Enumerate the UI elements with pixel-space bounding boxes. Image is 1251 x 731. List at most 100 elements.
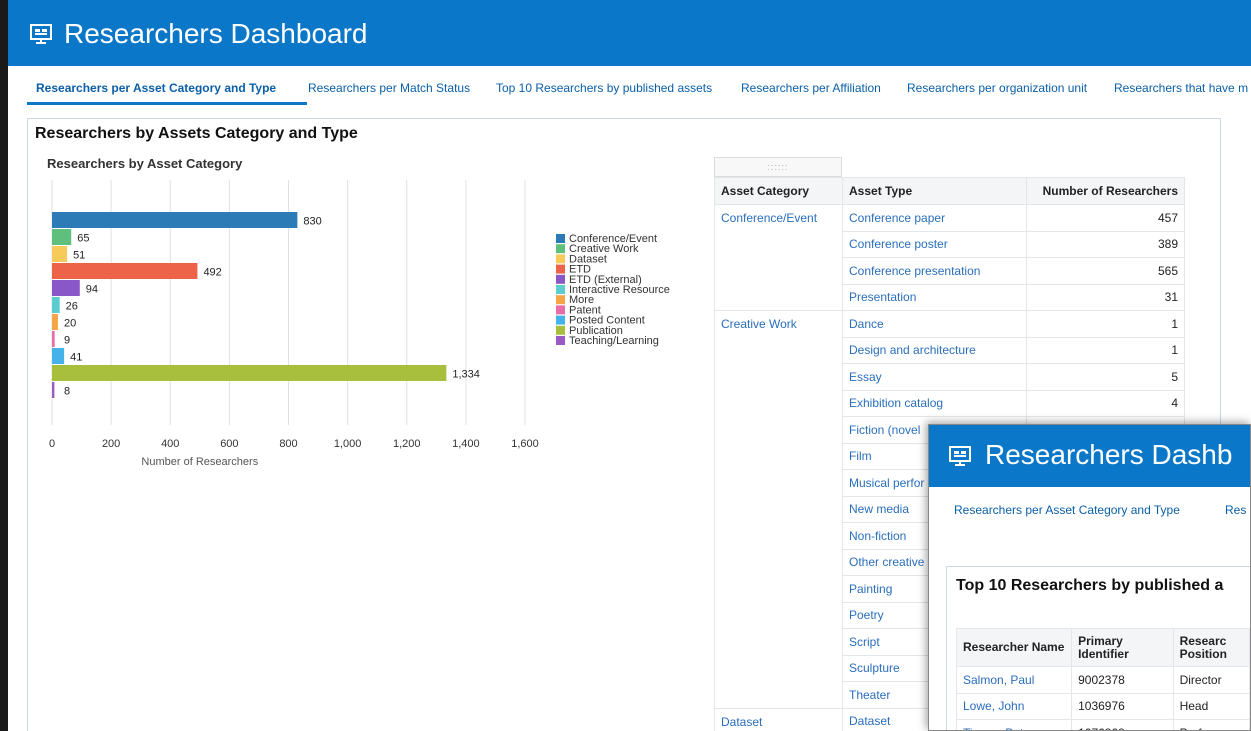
researcher-count-cell: 457: [1026, 204, 1185, 232]
x-tick-label: 1,000: [334, 438, 362, 450]
top-researchers-table-wrapper: Researcher Name Primary Identifier Resea…: [955, 628, 1250, 730]
panel-title: Researchers by Assets Category and Type: [35, 125, 358, 142]
x-tick-label: 1,600: [511, 438, 539, 450]
overlay-tab-next[interactable]: Res: [1225, 503, 1246, 517]
top-researchers-table: Researcher Name Primary Identifier Resea…: [955, 628, 1250, 730]
column-header-asset-type[interactable]: Asset Type: [842, 177, 1027, 205]
bar-etd-external-: [52, 280, 80, 296]
tab-asset-category-type[interactable]: Researchers per Asset Category and Type: [36, 81, 276, 95]
bar-value-label: 830: [303, 216, 321, 228]
column-header-asset-category[interactable]: Asset Category: [714, 177, 843, 205]
researcher-count-cell: 1: [1026, 336, 1185, 364]
legend-swatch: [556, 264, 565, 274]
x-tick-label: 0: [49, 438, 55, 450]
page-title: Researchers Dashboard: [64, 18, 368, 49]
asset-category-cell[interactable]: Dataset: [714, 707, 843, 731]
bar-value-label: 492: [203, 267, 221, 279]
asset-type-cell[interactable]: Design and architecture: [842, 336, 1027, 364]
x-axis-label: Number of Researchers: [141, 456, 258, 468]
x-tick-label: 1,400: [452, 438, 480, 450]
researcher-name-link[interactable]: Timms, Peter: [955, 719, 1073, 730]
legend-swatch: [556, 274, 565, 284]
researcher-position: Professo: [1172, 719, 1250, 730]
table-drag-handle[interactable]: ::::::: [714, 157, 842, 177]
bar-value-label: 8: [64, 386, 70, 398]
table-row: Timms, Peter 1076808 Professo: [955, 719, 1250, 730]
tab-bar: Researchers per Asset Category and Type …: [8, 66, 1251, 108]
column-header-researcher-position[interactable]: Researc Position: [1172, 628, 1250, 667]
overlay-panel-title: Top 10 Researchers by published a: [956, 577, 1224, 594]
table-row: Lowe, John 1036976 Head: [955, 692, 1250, 720]
legend-swatch: [556, 244, 565, 254]
bar-dataset: [52, 246, 68, 262]
researcher-count-cell: 1: [1026, 310, 1185, 338]
primary-identifier: 1036976: [1071, 692, 1174, 720]
column-header-primary-identifier[interactable]: Primary Identifier: [1071, 628, 1174, 667]
legend-swatch: [556, 285, 565, 294]
overlay-tab-bar: Researchers per Asset Category and Type …: [929, 487, 1250, 529]
legend-label: Teaching/Learning: [569, 335, 659, 347]
tab-affiliation[interactable]: Researchers per Affiliation: [741, 81, 881, 95]
bar-creative-work: [52, 229, 72, 245]
presentation-board-icon: [949, 446, 971, 466]
x-tick-label: 1,200: [393, 438, 421, 450]
x-tick-label: 800: [279, 438, 297, 450]
researcher-count-cell: 565: [1026, 257, 1185, 285]
primary-identifier: 1076808: [1071, 719, 1174, 730]
column-header-researcher-name[interactable]: Researcher Name: [955, 628, 1073, 667]
bar-teaching-learning: [52, 382, 55, 398]
bar-value-label: 20: [64, 318, 76, 330]
bar-value-label: 26: [66, 301, 78, 313]
primary-identifier: 9002378: [1071, 666, 1174, 694]
asset-type-cell[interactable]: Conference presentation: [842, 257, 1027, 285]
app-header: Researchers Dashboard: [8, 0, 1251, 66]
legend-swatch: [556, 254, 565, 264]
bar-chart: Researchers by Asset Category 0 200 400 600 8…: [47, 156, 670, 468]
researcher-name-link[interactable]: Salmon, Paul: [955, 666, 1073, 694]
researcher-position: Director: [1172, 666, 1250, 694]
legend-swatch: [556, 295, 565, 305]
column-header-number-of-researchers[interactable]: Number of Researchers: [1026, 177, 1185, 205]
x-tick-label: 400: [161, 438, 179, 450]
asset-type-cell[interactable]: Exhibition catalog: [842, 389, 1027, 417]
x-tick-label: 200: [102, 438, 120, 450]
researcher-count-cell: 5: [1026, 363, 1185, 391]
asset-type-cell[interactable]: Conference poster: [842, 230, 1027, 258]
chart-title: Researchers by Asset Category: [47, 156, 243, 171]
bar-more: [52, 314, 58, 330]
tab-match-status[interactable]: Researchers per Match Status: [308, 81, 470, 95]
legend-swatch: [556, 315, 565, 325]
asset-type-cell[interactable]: Conference paper: [842, 204, 1027, 232]
table-row: Salmon, Paul 9002378 Director: [955, 666, 1250, 694]
tab-organization-unit[interactable]: Researchers per organization unit: [907, 81, 1087, 95]
bar-publication: [52, 365, 447, 381]
researcher-count-cell: 31: [1026, 283, 1185, 311]
tab-researchers-that-have[interactable]: Researchers that have m: [1114, 81, 1248, 95]
bar-value-label: 41: [70, 352, 82, 364]
window-frame: [0, 0, 8, 731]
overlay-header: Researchers Dashb: [929, 425, 1250, 487]
table-row: Creative Work Dance 1: [714, 310, 1185, 708]
overlay-window[interactable]: Researchers Dashb Researchers per Asset …: [928, 424, 1251, 731]
researcher-name-link[interactable]: Lowe, John: [955, 692, 1073, 720]
bar-value-label: 9: [64, 335, 70, 347]
asset-category-cell[interactable]: Conference/Event: [714, 204, 843, 311]
legend-swatch: [556, 325, 565, 335]
overlay-tab-asset-category-type[interactable]: Researchers per Asset Category and Type: [954, 503, 1180, 517]
bar-value-label: 65: [77, 233, 89, 245]
bar-value-label: 51: [73, 250, 85, 262]
asset-type-cell[interactable]: Essay: [842, 363, 1027, 391]
tab-top-10-researchers[interactable]: Top 10 Researchers by published assets: [496, 81, 712, 95]
asset-type-cell[interactable]: Dance: [842, 310, 1027, 338]
legend-swatch: [556, 234, 565, 243]
bar-value-label: 1,334: [452, 369, 480, 381]
asset-category-cell[interactable]: Creative Work: [714, 310, 843, 708]
bar-conference-event: [52, 212, 298, 228]
bar-patent: [52, 331, 55, 347]
asset-type-cell[interactable]: Presentation: [842, 283, 1027, 311]
table-row: Conference/Event Conference paper 457: [714, 204, 1185, 311]
legend-swatch: [556, 336, 565, 345]
presentation-board-icon: [30, 24, 52, 44]
bar-etd: [52, 263, 198, 279]
active-tab-indicator: [27, 102, 307, 105]
